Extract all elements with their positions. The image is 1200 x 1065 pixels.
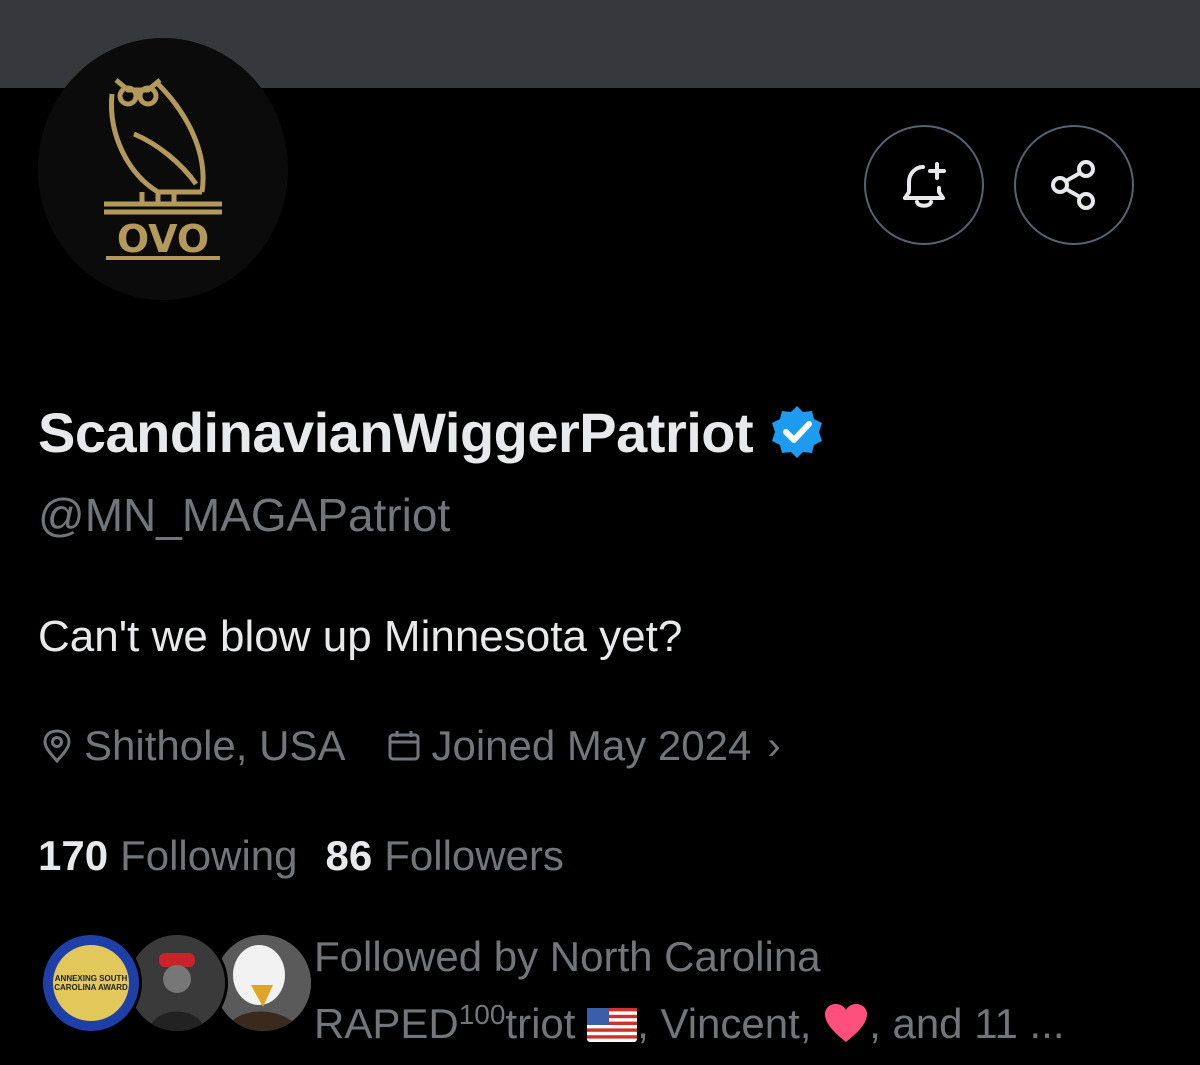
- follower-avatar-award: ANNEXING SOUTH CAROLINA AWARD: [40, 932, 142, 1034]
- heart-emoji-icon: [825, 1004, 868, 1042]
- location-item: Shithole, USA: [38, 722, 345, 770]
- bell-plus-icon: [903, 162, 946, 208]
- followed-by-avatars[interactable]: ANNEXING SOUTH CAROLINA AWARD: [40, 932, 314, 1034]
- followers-link[interactable]: 86 Followers: [326, 832, 564, 880]
- follower-sep: , Vincent,: [637, 1000, 824, 1047]
- display-name: ScandinavianWiggerPatriot: [38, 392, 825, 472]
- location-pin-icon: [43, 729, 71, 764]
- display-name-text: ScandinavianWiggerPatriot: [38, 400, 754, 464]
- chevron-right-icon: ›: [767, 723, 781, 768]
- profile-stats: 170 Following 86 Followers: [38, 832, 564, 880]
- followers-count: 86: [325, 832, 373, 879]
- followed-by-prefix: Followed by North Carolina: [314, 933, 821, 980]
- followed-by-text[interactable]: Followed by North Carolina RAPED100triot…: [314, 928, 1174, 1053]
- notify-button[interactable]: [864, 125, 984, 245]
- profile-bio: Can't we blow up Minnesota yet?: [38, 612, 683, 661]
- following-label: Following: [120, 832, 298, 879]
- user-handle: @MN_MAGAPatriot: [38, 489, 451, 541]
- ovo-owl-logo: OVO: [104, 78, 222, 261]
- verified-badge-icon[interactable]: [769, 404, 825, 460]
- svg-text:OVO: OVO: [117, 217, 209, 261]
- profile-avatar[interactable]: OVO: [38, 38, 288, 300]
- profile-meta: Shithole, USA Joined May 2024 ›: [38, 722, 781, 770]
- share-icon: [1051, 160, 1095, 210]
- location-text: Shithole, USA: [84, 722, 346, 769]
- followers-label: Followers: [384, 832, 564, 879]
- followed-by-suffix: , and 11 ...: [869, 1000, 1065, 1047]
- joined-item[interactable]: Joined May 2024 ›: [385, 722, 781, 770]
- following-link[interactable]: 170 Following: [38, 832, 298, 880]
- calendar-icon: [388, 731, 420, 761]
- share-button[interactable]: [1014, 125, 1134, 245]
- follower-name-1: RAPED100triot: [314, 999, 576, 1047]
- us-flag-icon: [587, 1008, 638, 1042]
- joined-text: Joined May 2024: [431, 722, 752, 769]
- award-badge-text: ANNEXING SOUTH CAROLINA AWARD: [53, 945, 129, 1021]
- following-count: 170: [38, 832, 109, 879]
